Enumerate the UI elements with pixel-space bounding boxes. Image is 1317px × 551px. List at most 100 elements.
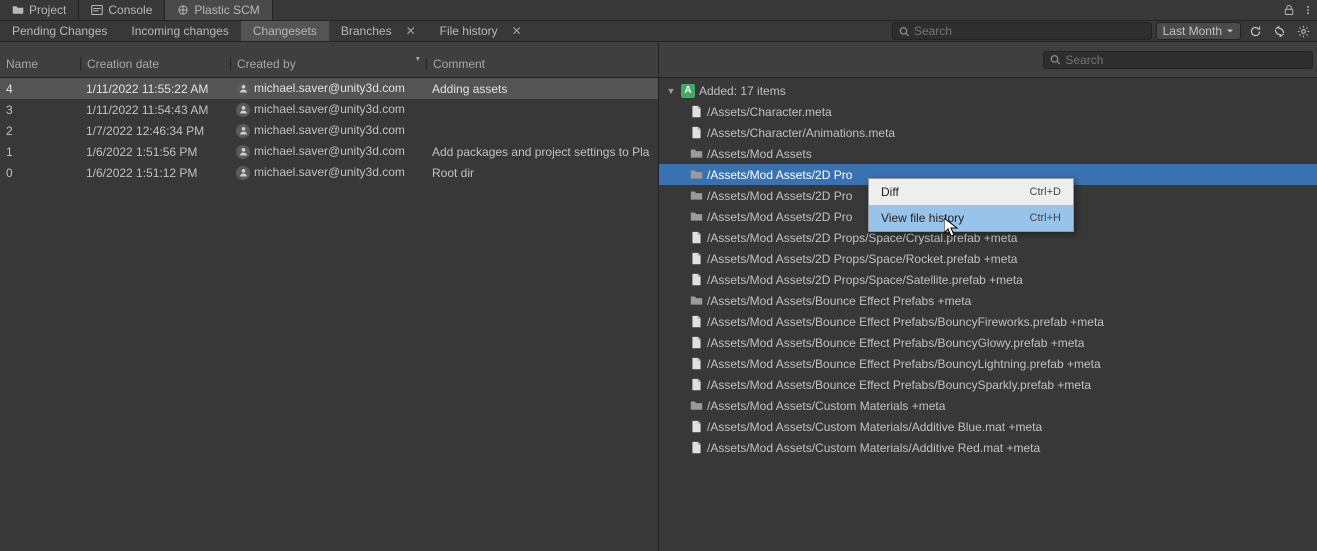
- tree-item[interactable]: /Assets/Mod Assets/Custom Materials +met…: [659, 395, 1317, 416]
- cell-date: 1/6/2022 1:51:12 PM: [80, 166, 230, 180]
- period-select[interactable]: Last Month: [1156, 22, 1241, 40]
- tab-changesets[interactable]: Changesets: [241, 21, 329, 41]
- tree-item[interactable]: /Assets/Mod Assets/2D Props/Space/Rocket…: [659, 248, 1317, 269]
- avatar-icon: [236, 103, 250, 117]
- detail-search-wrapper[interactable]: [1043, 51, 1313, 69]
- detail-search-input[interactable]: [1065, 53, 1306, 67]
- column-name[interactable]: Name: [0, 57, 80, 71]
- context-item-label: View file history: [881, 211, 964, 225]
- tree-item[interactable]: /Assets/Mod Assets/2D Props/Space/Satell…: [659, 269, 1317, 290]
- tree-item[interactable]: /Assets/Mod Assets/Custom Materials/Addi…: [659, 437, 1317, 458]
- expander-icon[interactable]: ▼: [665, 86, 677, 96]
- folder-icon: [12, 4, 24, 16]
- context-item-shortcut: Ctrl+H: [1030, 212, 1061, 224]
- cell-created-by: michael.saver@unity3d.com: [230, 144, 426, 159]
- settings-button[interactable]: [1293, 22, 1313, 40]
- tree-item[interactable]: /Assets/Mod Assets/Custom Materials/Addi…: [659, 416, 1317, 437]
- group-header-label: Added: 17 items: [699, 84, 786, 98]
- lock-icon[interactable]: [1283, 4, 1295, 16]
- folder-icon: [689, 210, 703, 224]
- changeset-row[interactable]: 31/11/2022 11:54:43 AMmichael.saver@unit…: [0, 99, 658, 120]
- tab-file-history[interactable]: File history✕: [428, 21, 534, 41]
- changeset-row[interactable]: 41/11/2022 11:55:22 AMmichael.saver@unit…: [0, 78, 658, 99]
- cell-comment: Root dir: [426, 166, 658, 180]
- cell-id: 0: [0, 166, 80, 180]
- sort-indicator-icon: ▾: [415, 57, 420, 64]
- changesets-panel: Name Creation date Created by▾ Comment 4…: [0, 42, 659, 551]
- avatar-icon: [236, 145, 250, 159]
- file-icon: [689, 357, 703, 371]
- console-icon: [91, 4, 103, 16]
- file-icon: [689, 231, 703, 245]
- tree-item-path: /Assets/Mod Assets/2D Props/Space/Rocket…: [707, 252, 1017, 266]
- tree-item[interactable]: /Assets/Character.meta: [659, 101, 1317, 122]
- tree-item[interactable]: /Assets/Mod Assets/Bounce Effect Prefabs…: [659, 290, 1317, 311]
- plastic-sub-tabs: Pending Changes Incoming changes Changes…: [0, 21, 1317, 42]
- tab-console[interactable]: Console: [79, 0, 165, 20]
- cell-created-by: michael.saver@unity3d.com: [230, 165, 426, 180]
- search-icon: [1050, 54, 1060, 65]
- file-icon: [689, 420, 703, 434]
- search-icon: [899, 26, 909, 37]
- detail-tree: ▼AAdded: 17 items/Assets/Character.meta/…: [659, 78, 1317, 551]
- file-icon: [689, 252, 703, 266]
- tab-project[interactable]: Project: [0, 0, 79, 20]
- sync-button[interactable]: [1269, 22, 1289, 40]
- kebab-icon[interactable]: [1303, 4, 1313, 16]
- tree-item[interactable]: /Assets/Mod Assets: [659, 143, 1317, 164]
- avatar-icon: [236, 166, 250, 180]
- tab-plastic-scm[interactable]: Plastic SCM: [165, 0, 272, 20]
- tree-item-path: /Assets/Mod Assets/Bounce Effect Prefabs…: [707, 336, 1084, 350]
- tab-pending-changes[interactable]: Pending Changes: [0, 21, 119, 41]
- file-icon: [689, 273, 703, 287]
- cell-comment: Adding assets: [426, 82, 658, 96]
- tree-item-path: /Assets/Mod Assets/2D Pro: [707, 189, 852, 203]
- cell-date: 1/6/2022 1:51:56 PM: [80, 145, 230, 159]
- tree-item[interactable]: /Assets/Mod Assets/Bounce Effect Prefabs…: [659, 374, 1317, 395]
- tree-item-path: /Assets/Mod Assets/2D Pro: [707, 168, 852, 182]
- refresh-button[interactable]: [1245, 22, 1265, 40]
- tree-group-header[interactable]: ▼AAdded: 17 items: [659, 80, 1317, 101]
- cell-date: 1/7/2022 12:46:34 PM: [80, 124, 230, 138]
- changeset-row[interactable]: 01/6/2022 1:51:12 PMmichael.saver@unity3…: [0, 162, 658, 183]
- refresh-icon: [1249, 25, 1262, 38]
- tree-item-path: /Assets/Mod Assets/Bounce Effect Prefabs…: [707, 294, 971, 308]
- tab-project-label: Project: [29, 3, 66, 17]
- tree-item-path: /Assets/Mod Assets/2D Pro: [707, 210, 852, 224]
- file-icon: [689, 315, 703, 329]
- context-menu-item[interactable]: View file history Ctrl+H: [869, 205, 1073, 231]
- file-icon: [689, 378, 703, 392]
- folder-icon: [689, 294, 703, 308]
- search-input-wrapper[interactable]: [892, 22, 1152, 40]
- avatar-icon: [236, 82, 250, 96]
- plastic-icon: [177, 4, 189, 16]
- tree-item[interactable]: /Assets/Character/Animations.meta: [659, 122, 1317, 143]
- tab-incoming-changes[interactable]: Incoming changes: [119, 21, 240, 41]
- search-input[interactable]: [914, 24, 1145, 38]
- close-icon[interactable]: ✕: [512, 24, 522, 38]
- close-icon[interactable]: ✕: [406, 24, 416, 38]
- sync-icon: [1273, 25, 1286, 38]
- column-creation-date[interactable]: Creation date: [80, 57, 230, 71]
- tree-item[interactable]: /Assets/Mod Assets/Bounce Effect Prefabs…: [659, 332, 1317, 353]
- tree-item-path: /Assets/Mod Assets: [707, 147, 812, 161]
- tree-item[interactable]: /Assets/Mod Assets/Bounce Effect Prefabs…: [659, 311, 1317, 332]
- cell-id: 4: [0, 82, 80, 96]
- file-icon: [689, 105, 703, 119]
- tree-item-path: /Assets/Mod Assets/2D Props/Space/Satell…: [707, 273, 1023, 287]
- cell-created-by: michael.saver@unity3d.com: [230, 102, 426, 117]
- folder-icon: [689, 189, 703, 203]
- context-menu-item[interactable]: DiffCtrl+D: [869, 179, 1073, 205]
- tree-item-path: /Assets/Mod Assets/2D Props/Space/Crysta…: [707, 231, 1017, 245]
- tree-item[interactable]: /Assets/Mod Assets/Bounce Effect Prefabs…: [659, 353, 1317, 374]
- folder-icon: [689, 168, 703, 182]
- period-label: Last Month: [1163, 24, 1222, 38]
- column-comment[interactable]: Comment: [426, 57, 658, 71]
- window-tab-bar: Project Console Plastic SCM: [0, 0, 1317, 21]
- tree-item-path: /Assets/Mod Assets/Bounce Effect Prefabs…: [707, 378, 1091, 392]
- column-created-by[interactable]: Created by▾: [230, 57, 426, 71]
- changeset-row[interactable]: 21/7/2022 12:46:34 PMmichael.saver@unity…: [0, 120, 658, 141]
- changeset-row[interactable]: 11/6/2022 1:51:56 PMmichael.saver@unity3…: [0, 141, 658, 162]
- tab-branches[interactable]: Branches✕: [329, 21, 428, 41]
- file-icon: [689, 126, 703, 140]
